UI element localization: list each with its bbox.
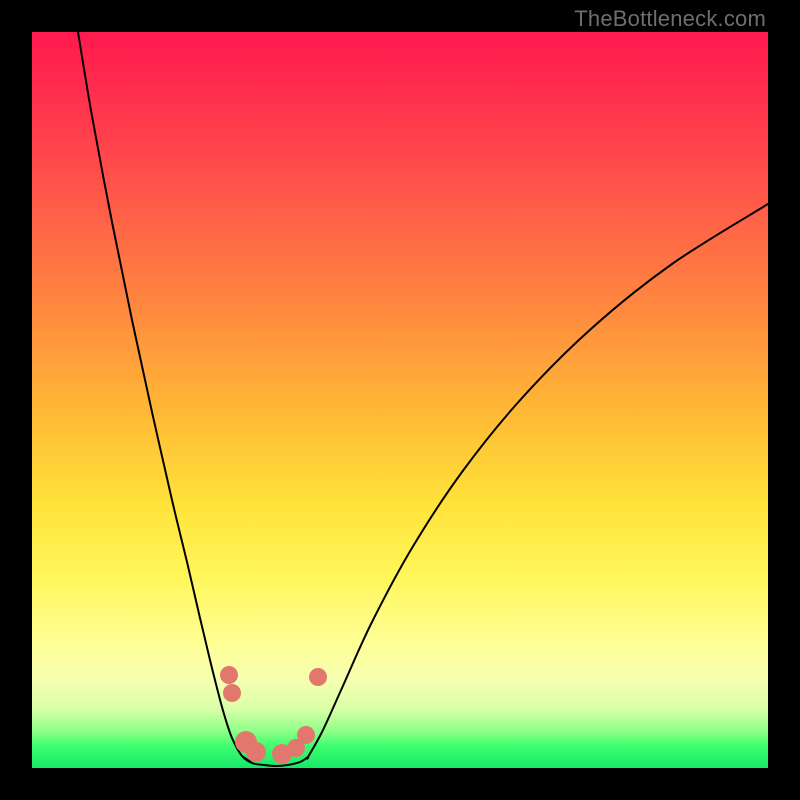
watermark-text: TheBottleneck.com (574, 6, 766, 32)
data-marker (246, 742, 266, 762)
marker-group (220, 666, 327, 764)
data-marker (297, 726, 315, 744)
data-marker (223, 684, 241, 702)
chart-frame: TheBottleneck.com (0, 0, 800, 800)
plot-area (32, 32, 768, 768)
data-marker (220, 666, 238, 684)
curve-path (78, 32, 768, 766)
data-marker (309, 668, 327, 686)
bottleneck-curve (32, 32, 768, 768)
